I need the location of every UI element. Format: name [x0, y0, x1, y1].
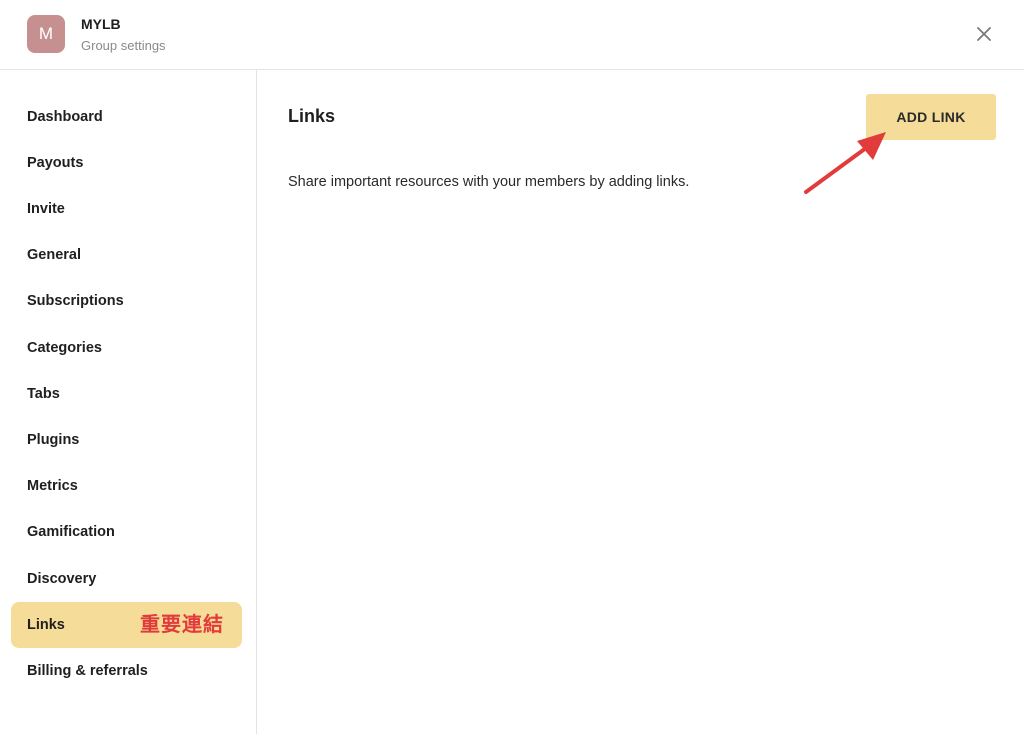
sidebar-item-categories[interactable]: Categories [11, 325, 242, 371]
sidebar-item-label: Dashboard [27, 109, 103, 125]
sidebar-item-label: Gamification [27, 524, 115, 540]
annotation-label: 重要連結 [140, 614, 224, 636]
sidebar-item-label: Plugins [27, 432, 80, 448]
sidebar-item-label: Links [27, 617, 65, 633]
sidebar-item-dashboard[interactable]: Dashboard [11, 94, 242, 140]
sidebar-item-gamification[interactable]: Gamification [11, 509, 242, 555]
sidebar-item-metrics[interactable]: Metrics [11, 463, 242, 509]
page-title: Links [288, 106, 336, 126]
close-icon [977, 27, 991, 41]
page-description: Share important resources with your memb… [288, 174, 690, 190]
sidebar-item-label: Payouts [27, 155, 84, 171]
sidebar-item-label: Categories [27, 340, 102, 356]
sidebar-item-invite[interactable]: Invite [11, 186, 242, 232]
sidebar-item-label: General [27, 247, 81, 263]
sidebar-item-links[interactable]: Links 重要連結 [11, 602, 242, 648]
sidebar-item-payouts[interactable]: Payouts [11, 140, 242, 186]
sidebar-item-label: Billing & referrals [27, 663, 148, 679]
sidebar-item-label: Metrics [27, 478, 78, 494]
settings-header: M MYLB Group settings [0, 0, 1024, 70]
sidebar-item-label: Subscriptions [27, 293, 124, 309]
close-button[interactable] [972, 22, 996, 46]
group-avatar: M [27, 15, 65, 53]
sidebar-item-plugins[interactable]: Plugins [11, 417, 242, 463]
sidebar-item-subscriptions[interactable]: Subscriptions [11, 278, 242, 324]
annotation-arrow-icon [804, 132, 886, 194]
sidebar-item-tabs[interactable]: Tabs [11, 371, 242, 417]
sidebar-item-general[interactable]: General [11, 232, 242, 278]
sidebar-item-discovery[interactable]: Discovery [11, 556, 242, 602]
sidebar-item-label: Discovery [27, 571, 97, 587]
sidebar-item-billing[interactable]: Billing & referrals [11, 648, 242, 694]
group-name: MYLB [81, 16, 121, 32]
group-subtitle: Group settings [81, 38, 166, 53]
sidebar-item-label: Tabs [27, 386, 60, 402]
sidebar-item-label: Invite [27, 201, 65, 217]
settings-sidebar: Dashboard Payouts Invite General Subscri… [0, 70, 257, 734]
